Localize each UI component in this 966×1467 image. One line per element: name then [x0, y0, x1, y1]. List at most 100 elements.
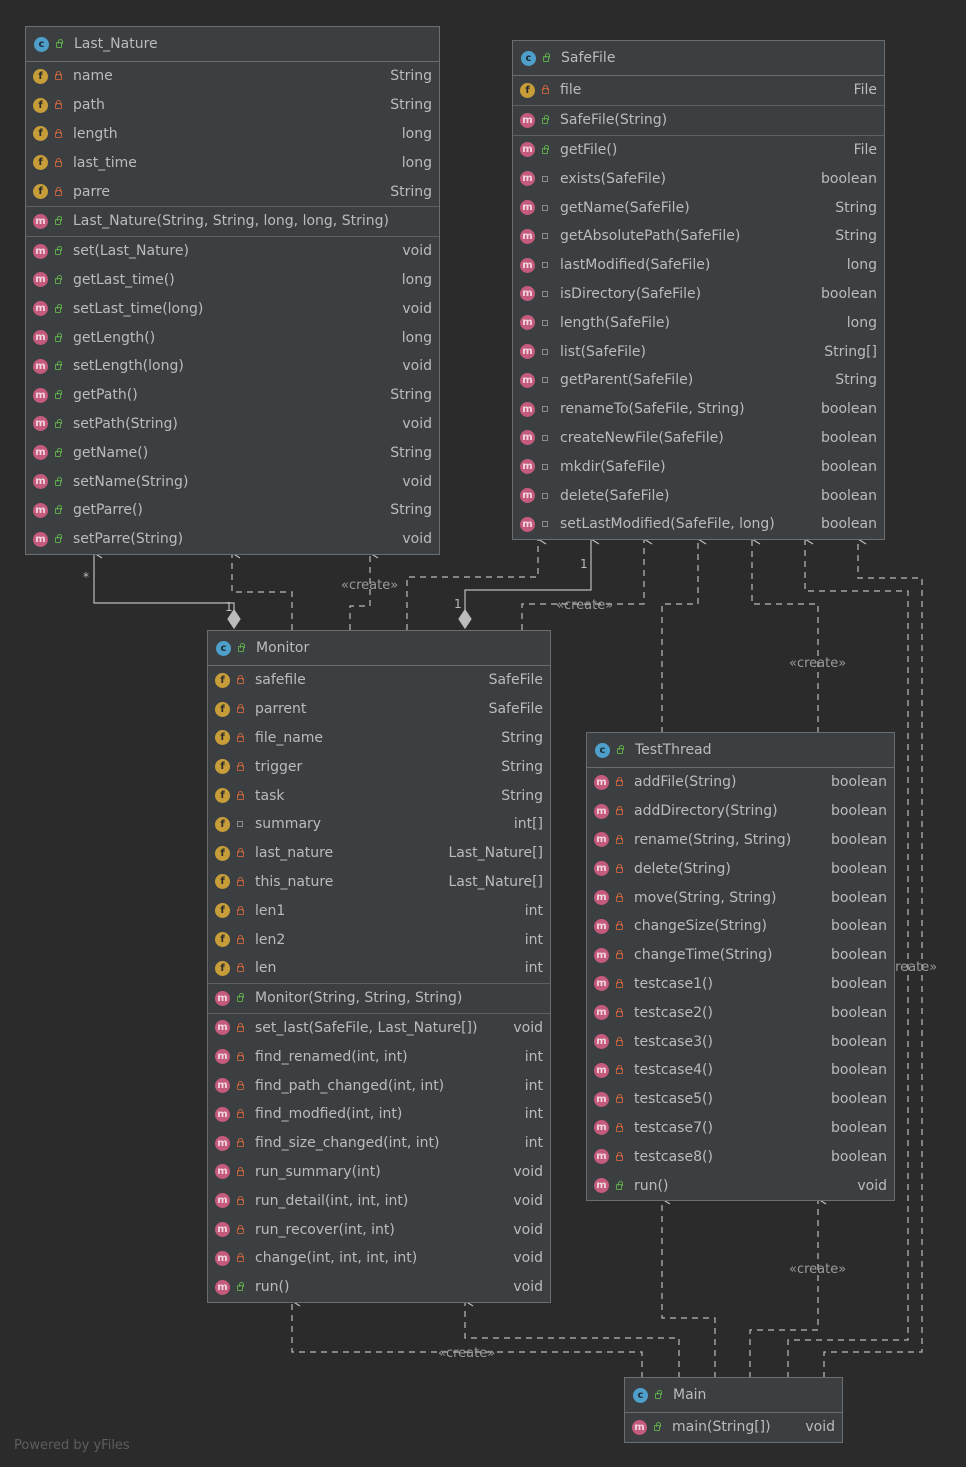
method-row[interactable]: m Last_Nature(String, String, long, long,… [26, 207, 439, 236]
field-row[interactable]: f trigger String [208, 752, 550, 781]
method-row[interactable]: m SafeFile(String) [513, 106, 884, 135]
method-row[interactable]: m lastModified(SafeFile) long [513, 251, 884, 280]
method-row[interactable]: m setLast_time(long) void [26, 294, 439, 323]
field-row[interactable]: f name String [26, 62, 439, 91]
method-icon: m [594, 1149, 609, 1165]
field-row[interactable]: f parrent SafeFile [208, 695, 550, 724]
method-row[interactable]: m getAbsolutePath(SafeFile) String [513, 222, 884, 251]
method-row[interactable]: m getLength() long [26, 323, 439, 352]
method-row[interactable]: m move(String, String) boolean [587, 883, 894, 912]
method-row[interactable]: m find_path_changed(int, int) int [208, 1071, 550, 1100]
method-row[interactable]: m getLast_time() long [26, 266, 439, 295]
method-row[interactable]: m testcase5() boolean [587, 1085, 894, 1114]
private-visibility-icon [236, 876, 245, 887]
method-icon: m [215, 1135, 230, 1151]
field-row[interactable]: f len2 int [208, 925, 550, 954]
field-row[interactable]: f len int [208, 954, 550, 983]
method-row[interactable]: m getName() String [26, 438, 439, 467]
method-row[interactable]: m delete(String) boolean [587, 854, 894, 883]
method-row[interactable]: m testcase4() boolean [587, 1056, 894, 1085]
method-row[interactable]: m getFile() File [513, 136, 884, 165]
method-row[interactable]: m Monitor(String, String, String) [208, 984, 550, 1013]
method-row[interactable]: m rename(String, String) boolean [587, 826, 894, 855]
method-row[interactable]: m getParre() String [26, 496, 439, 525]
field-row[interactable]: f file File [513, 76, 884, 105]
method-row[interactable]: m length(SafeFile) long [513, 308, 884, 337]
method-row[interactable]: m run() void [587, 1171, 894, 1200]
class-header[interactable]: c TestThread [587, 733, 894, 768]
field-row[interactable]: f length long [26, 120, 439, 149]
method-row[interactable]: m setLength(long) void [26, 352, 439, 381]
method-row[interactable]: m testcase7() boolean [587, 1114, 894, 1143]
method-row[interactable]: m exists(SafeFile) boolean [513, 164, 884, 193]
method-row[interactable]: m getName(SafeFile) String [513, 193, 884, 222]
method-row[interactable]: m set(Last_Nature) void [26, 237, 439, 266]
member-type: long [401, 329, 432, 346]
field-row[interactable]: f summary int[] [208, 810, 550, 839]
field-row[interactable]: f path String [26, 91, 439, 120]
method-row[interactable]: m setPath(String) void [26, 410, 439, 439]
method-row[interactable]: m changeTime(String) boolean [587, 941, 894, 970]
method-row[interactable]: m isDirectory(SafeFile) boolean [513, 280, 884, 309]
field-row[interactable]: f file_name String [208, 724, 550, 753]
method-row[interactable]: m getPath() String [26, 381, 439, 410]
method-row[interactable]: m find_renamed(int, int) int [208, 1042, 550, 1071]
method-icon: m [520, 142, 535, 158]
class-safefile[interactable]: c SafeFile f file File m SafeFile(String) m getF… [512, 40, 885, 540]
field-row[interactable]: f last_time long [26, 148, 439, 177]
method-icon: m [594, 890, 609, 906]
class-header[interactable]: c Main [625, 1378, 842, 1413]
member-name: run() [255, 1279, 290, 1296]
method-icon: m [33, 502, 48, 518]
field-row[interactable]: f parre String [26, 177, 439, 206]
method-row[interactable]: m change(int, int, int, int) void [208, 1244, 550, 1273]
class-header[interactable]: c Monitor [208, 631, 550, 666]
class-testthread[interactable]: c TestThread m addFile(String) boolean m addDi… [586, 732, 895, 1201]
method-row[interactable]: m testcase1() boolean [587, 970, 894, 999]
method-row[interactable]: m testcase3() boolean [587, 1027, 894, 1056]
method-row[interactable]: m addFile(String) boolean [587, 768, 894, 797]
method-row[interactable]: m main(String[]) void [625, 1413, 842, 1442]
method-row[interactable]: m find_modfied(int, int) int [208, 1100, 550, 1129]
field-row[interactable]: f this_nature Last_Nature[] [208, 868, 550, 897]
method-row[interactable]: m renameTo(SafeFile, String) boolean [513, 395, 884, 424]
method-row[interactable]: m delete(SafeFile) boolean [513, 481, 884, 510]
method-row[interactable]: m testcase2() boolean [587, 998, 894, 1027]
method-row[interactable]: m createNewFile(SafeFile) boolean [513, 424, 884, 453]
field-icon: f [33, 126, 48, 142]
method-row[interactable]: m addDirectory(String) boolean [587, 797, 894, 826]
field-row[interactable]: f task String [208, 781, 550, 810]
fields-section: f name String f path String f length long f last_t… [26, 62, 439, 207]
private-visibility-icon [615, 978, 624, 989]
method-row[interactable]: m mkdir(SafeFile) boolean [513, 452, 884, 481]
method-row[interactable]: m run() void [208, 1273, 550, 1302]
class-header[interactable]: c Last_Nature [26, 27, 439, 62]
member-type: File [853, 82, 877, 99]
field-row[interactable]: f safefile SafeFile [208, 666, 550, 695]
method-row[interactable]: m list(SafeFile) String[] [513, 337, 884, 366]
public-visibility-icon [54, 476, 63, 487]
method-row[interactable]: m changeSize(String) boolean [587, 912, 894, 941]
field-row[interactable]: f len1 int [208, 896, 550, 925]
create-label-lastnature: «create» [341, 578, 399, 593]
method-row[interactable]: m setName(String) void [26, 467, 439, 496]
class-header[interactable]: c SafeFile [513, 41, 884, 76]
method-row[interactable]: m find_size_changed(int, int) int [208, 1129, 550, 1158]
class-last-nature[interactable]: c Last_Nature f name String f path String f lengt… [25, 26, 440, 555]
class-monitor[interactable]: c Monitor f safefile SafeFile f parrent SafeFil… [207, 630, 551, 1303]
method-row[interactable]: m run_recover(int, int) void [208, 1215, 550, 1244]
method-row[interactable]: m setLastModified(SafeFile, long) boolean [513, 510, 884, 539]
member-type: boolean [831, 918, 887, 935]
method-row[interactable]: m setParre(String) void [26, 525, 439, 554]
class-main[interactable]: c Main m main(String[]) void [624, 1377, 843, 1443]
member-type: boolean [821, 170, 877, 187]
member-type: boolean [831, 1004, 887, 1021]
method-row[interactable]: m testcase8() boolean [587, 1142, 894, 1171]
method-row[interactable]: m run_summary(int) void [208, 1158, 550, 1187]
field-row[interactable]: f last_nature Last_Nature[] [208, 839, 550, 868]
method-row[interactable]: m run_detail(int, int, int) void [208, 1186, 550, 1215]
member-type: boolean [831, 831, 887, 848]
method-row[interactable]: m set_last(SafeFile, Last_Nature[]) void [208, 1014, 550, 1043]
method-row[interactable]: m getParent(SafeFile) String [513, 366, 884, 395]
public-visibility-icon [54, 216, 63, 226]
